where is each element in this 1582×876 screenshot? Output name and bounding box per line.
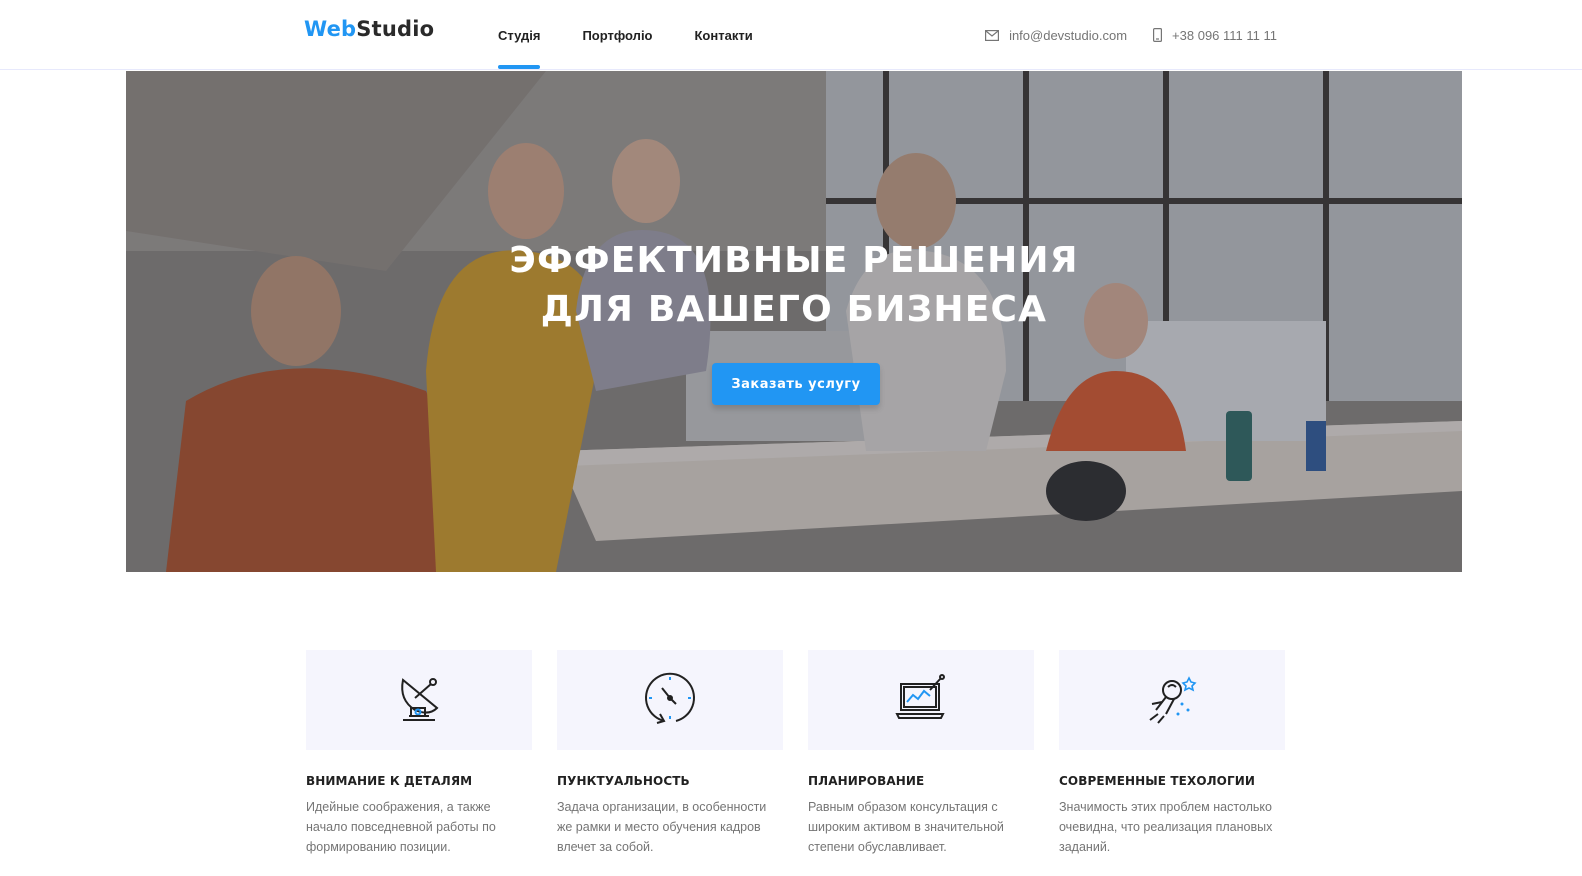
nav-item-studio[interactable]: Студія [498, 0, 541, 70]
hero-title-line-2: для вашего бизнеса [540, 289, 1048, 330]
phone-text: +38 096 111 11 11 [1172, 27, 1277, 43]
feature-title: Современные техологии [1059, 774, 1256, 788]
envelope-icon [985, 29, 1000, 41]
feature-icon-box [557, 650, 783, 750]
order-service-button[interactable]: Заказать услугу [712, 363, 880, 405]
astronaut-icon [1144, 670, 1200, 731]
nav-item-portfolio[interactable]: Портфоліо [582, 0, 652, 70]
satellite-dish-icon [391, 670, 447, 731]
main-nav: Студія Портфоліо Контакти [498, 0, 795, 70]
phone-icon [1153, 28, 1163, 42]
logo-part-web: Web [304, 17, 357, 41]
logo[interactable]: WebStudio [304, 17, 434, 41]
hero-title-line-1: Эффективные решения [509, 240, 1079, 281]
phone-link[interactable]: +38 096 111 11 11 [1153, 28, 1277, 43]
email-text: info@devstudio.com [1009, 27, 1128, 43]
laptop-chart-icon [893, 670, 949, 731]
feature-card: Современные техологии Значимость этих пр… [1059, 650, 1285, 857]
feature-card: Планирование Равным образом консультация… [808, 650, 1034, 857]
site-header: WebStudio Студія Портфоліо Контакти info… [0, 0, 1582, 70]
feature-title: Пунктуальность [557, 774, 690, 788]
hero-title: Эффективные решения для вашего бизнеса [126, 236, 1462, 334]
feature-icon-box [808, 650, 1034, 750]
feature-card: Внимание к деталям Идейные соображения, … [306, 650, 532, 857]
header-contacts: info@devstudio.com +38 096 111 11 11 [985, 0, 1277, 70]
feature-text: Равным образом консультация с широким ак… [808, 800, 1004, 854]
feature-card: Пунктуальность Задача организации, в осо… [557, 650, 783, 857]
feature-text: Значимость этих проблем настолько очевид… [1059, 800, 1273, 854]
feature-icon-box [306, 650, 532, 750]
feature-title: Планирование [808, 774, 925, 788]
logo-part-studio: Studio [356, 17, 435, 41]
hero-banner: Эффективные решения для вашего бизнеса З… [126, 71, 1462, 572]
feature-title: Внимание к деталям [306, 774, 473, 788]
nav-item-contacts[interactable]: Контакти [695, 0, 753, 70]
feature-text: Задача организации, в особенности же рам… [557, 800, 767, 854]
feature-icon-box [1059, 650, 1285, 750]
feature-text: Идейные соображения, а также начало повс… [306, 800, 496, 854]
clock-icon [642, 670, 698, 731]
features-section: Внимание к деталям Идейные соображения, … [306, 650, 1285, 857]
email-link[interactable]: info@devstudio.com [985, 28, 1127, 43]
